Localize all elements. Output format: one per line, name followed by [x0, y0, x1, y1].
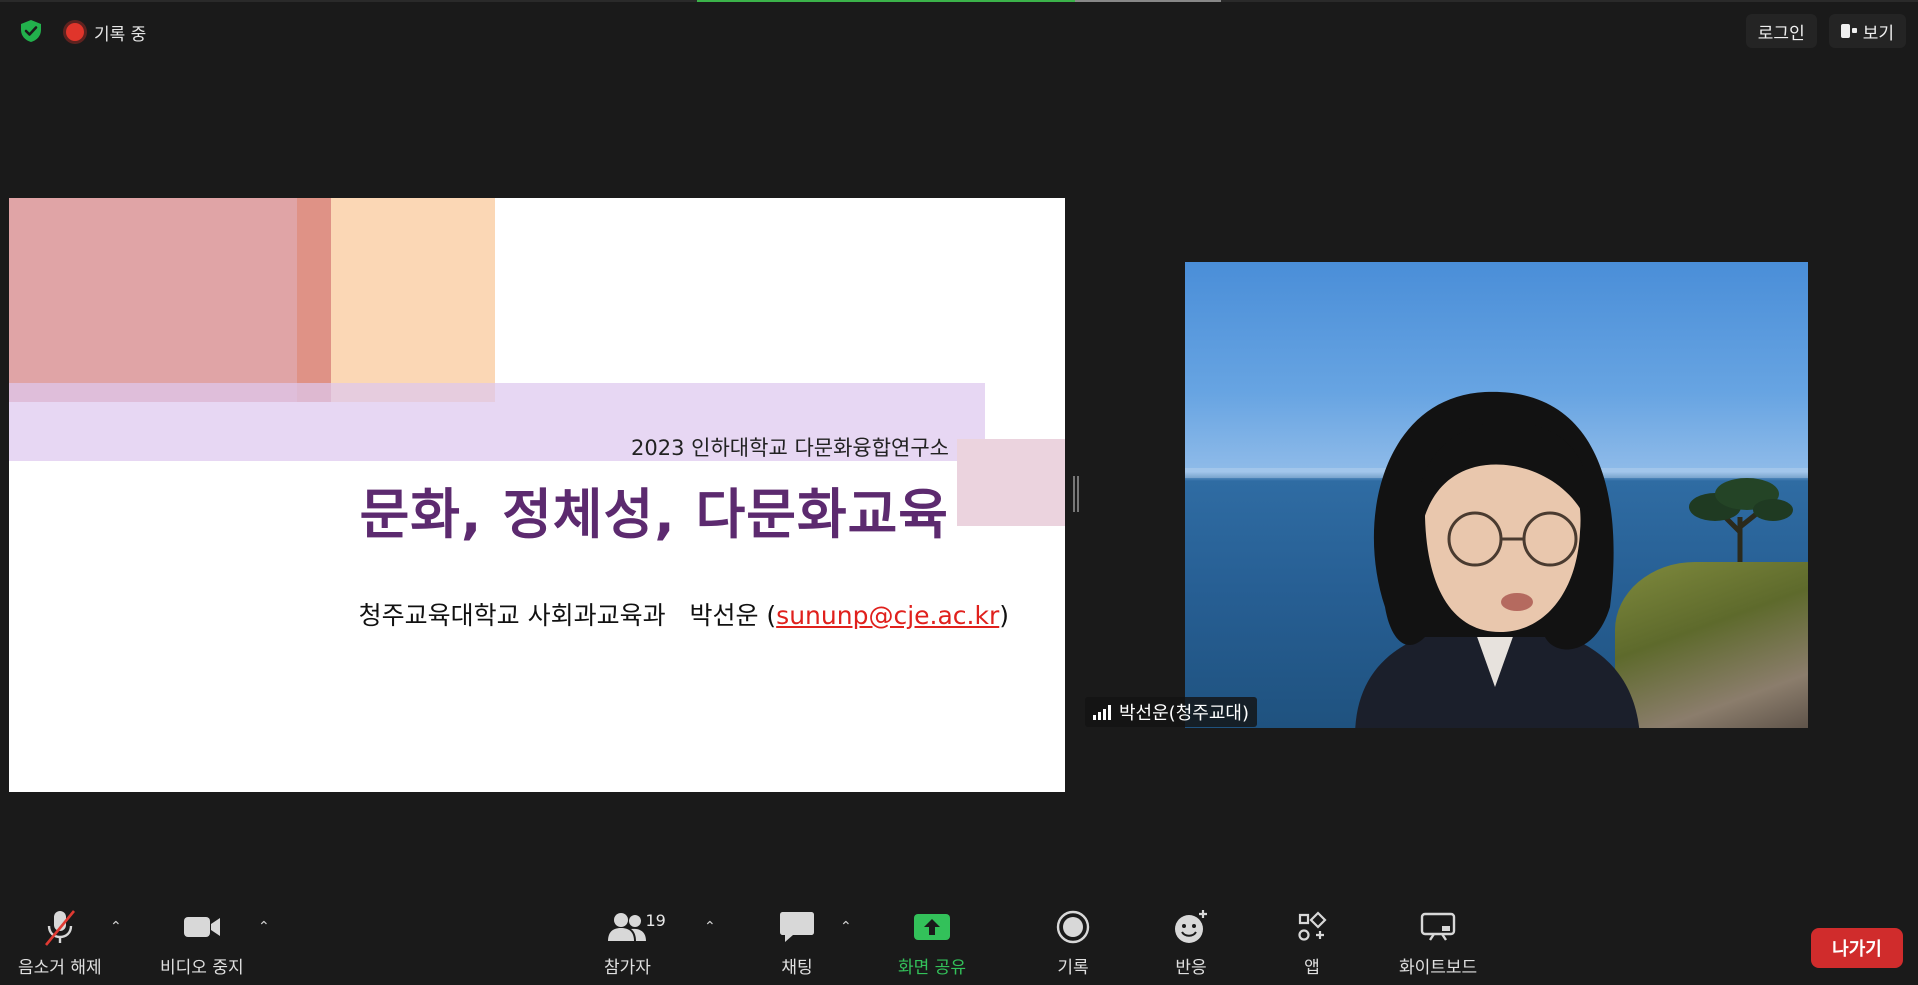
reactions-label: 반응 — [1175, 958, 1207, 978]
slide-email-link[interactable]: sununp@cje.ac.kr — [776, 601, 999, 630]
record-icon — [1051, 905, 1095, 949]
signal-bars-icon — [1093, 704, 1111, 720]
participants-icon: 19 — [605, 905, 666, 949]
slide-decoration-overlap — [297, 198, 331, 402]
stop-video-button[interactable]: 비디오 중지 — [160, 905, 244, 978]
signin-label: 로그인 — [1757, 23, 1805, 44]
chevron-up-icon[interactable]: ⌃ — [110, 919, 122, 935]
participant-name: 박선운(청주교대) — [1119, 703, 1249, 724]
slide-title: 문화, 정체성, 다문화교육 — [359, 483, 949, 546]
slide-decoration-pink — [9, 198, 330, 402]
slide-decoration-rose — [957, 439, 1065, 526]
record-label: 기록 — [1057, 958, 1089, 978]
top-progress-strip — [0, 0, 1918, 2]
participant-video[interactable] — [1185, 262, 1808, 728]
video-camera-icon — [180, 905, 224, 949]
chevron-up-icon[interactable]: ⌃ — [704, 919, 716, 935]
shared-screen-slide: 2023 인하대학교 다문화융합연구소 문화, 정체성, 다문화교육 청주교육대… — [9, 198, 1065, 792]
top-right-controls: 로그인 보기 — [1745, 14, 1906, 48]
chevron-up-icon[interactable]: ⌃ — [258, 919, 270, 935]
share-screen-icon — [910, 905, 954, 949]
unmute-label: 음소거 해제 — [18, 958, 102, 978]
recording-dot-icon — [66, 23, 84, 41]
chevron-up-icon[interactable]: ⌃ — [840, 919, 852, 935]
panel-resize-handle[interactable] — [1073, 476, 1079, 512]
mic-muted-icon — [38, 905, 82, 949]
zoom-meeting-window: 기록 중 로그인 보기 2023 인하대학교 다문화융합연구소 문화, 정체성,… — [0, 0, 1918, 985]
share-screen-label: 화면 공유 — [898, 958, 966, 978]
reactions-button[interactable]: 반응 — [1169, 905, 1213, 978]
shield-check-icon[interactable] — [18, 18, 44, 44]
slide-author-text: 청주교육대학교 사회과교육과 박선운 ( — [358, 601, 777, 630]
participant-name-tag: 박선운(청주교대) — [1085, 697, 1257, 727]
chat-label: 채팅 — [781, 958, 813, 978]
reactions-icon — [1169, 905, 1213, 949]
signin-button[interactable]: 로그인 — [1745, 14, 1817, 48]
whiteboard-button[interactable]: 화이트보드 — [1399, 905, 1477, 978]
slide-decoration-peach — [331, 198, 495, 402]
apps-label: 앱 — [1304, 958, 1320, 978]
apps-button[interactable]: 앱 — [1290, 905, 1334, 978]
meeting-toolbar: 음소거 해제 ⌃ 비디오 중지 ⌃ 19 참가자 ⌃ 채팅 ⌃ 화면 공유 기록… — [0, 905, 1918, 985]
progress-segment-inactive — [1075, 0, 1221, 2]
unmute-button[interactable]: 음소거 해제 — [18, 905, 102, 978]
view-icon — [1840, 23, 1857, 39]
record-button[interactable]: 기록 — [1051, 905, 1095, 978]
participants-button[interactable]: 19 참가자 — [604, 905, 666, 978]
participants-label: 참가자 — [604, 958, 651, 978]
apps-icon — [1290, 905, 1334, 949]
participants-count: 19 — [645, 911, 666, 930]
recording-label: 기록 중 — [94, 24, 147, 45]
video-tree — [1689, 478, 1793, 572]
chat-button[interactable]: 채팅 — [775, 905, 819, 978]
progress-segment-active — [697, 0, 1075, 2]
slide-author-close: ) — [999, 601, 1009, 630]
whiteboard-label: 화이트보드 — [1399, 958, 1478, 978]
chat-icon — [775, 905, 819, 949]
slide-author: 청주교육대학교 사회과교육과 박선운 (sununp@cje.ac.kr) — [359, 596, 1009, 632]
view-label: 보기 — [1862, 23, 1894, 44]
participant-person — [1355, 391, 1640, 728]
whiteboard-icon — [1416, 905, 1460, 949]
view-button[interactable]: 보기 — [1828, 14, 1906, 48]
stop-video-label: 비디오 중지 — [160, 958, 244, 978]
slide-subtitle: 2023 인하대학교 다문화융합연구소 — [631, 436, 949, 460]
share-screen-button[interactable]: 화면 공유 — [898, 905, 966, 978]
leave-meeting-button[interactable]: 나가기 — [1811, 928, 1903, 968]
recording-indicator[interactable]: 기록 중 — [66, 19, 146, 45]
